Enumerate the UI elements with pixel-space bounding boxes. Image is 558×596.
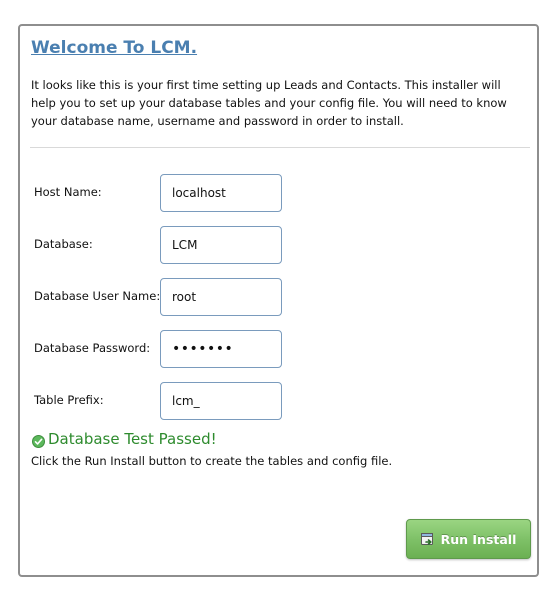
db-user-row: Database User Name: <box>34 278 514 316</box>
page-title: Welcome To LCM. <box>31 38 198 58</box>
intro-text: It looks like this is your first time se… <box>31 78 507 128</box>
db-test-status: Database Test Passed! <box>32 430 217 448</box>
database-row: Database: <box>34 226 514 264</box>
table-prefix-label: Table Prefix: <box>34 393 104 407</box>
database-input[interactable] <box>160 226 282 264</box>
db-password-row: Database Password: <box>34 330 514 368</box>
status-description: Click the Run Install button to create t… <box>31 454 393 468</box>
database-label: Database: <box>34 237 93 251</box>
run-install-label: Run Install <box>440 531 517 547</box>
db-password-label: Database Password: <box>34 341 151 355</box>
install-icon <box>420 532 435 546</box>
host-name-input[interactable] <box>160 174 282 212</box>
check-circle-icon <box>32 433 45 448</box>
table-prefix-row: Table Prefix: <box>34 382 514 420</box>
divider <box>30 147 530 148</box>
host-name-row: Host Name: <box>34 174 514 212</box>
table-prefix-input[interactable] <box>160 382 282 420</box>
installer-panel: Welcome To LCM. It looks like this is yo… <box>18 24 539 577</box>
db-password-input[interactable] <box>160 330 282 368</box>
db-user-input[interactable] <box>160 278 282 316</box>
status-message: Database Test Passed! <box>48 430 217 448</box>
host-name-label: Host Name: <box>34 185 102 199</box>
run-install-button[interactable]: Run Install <box>406 519 531 559</box>
db-user-label: Database User Name: <box>34 289 161 303</box>
